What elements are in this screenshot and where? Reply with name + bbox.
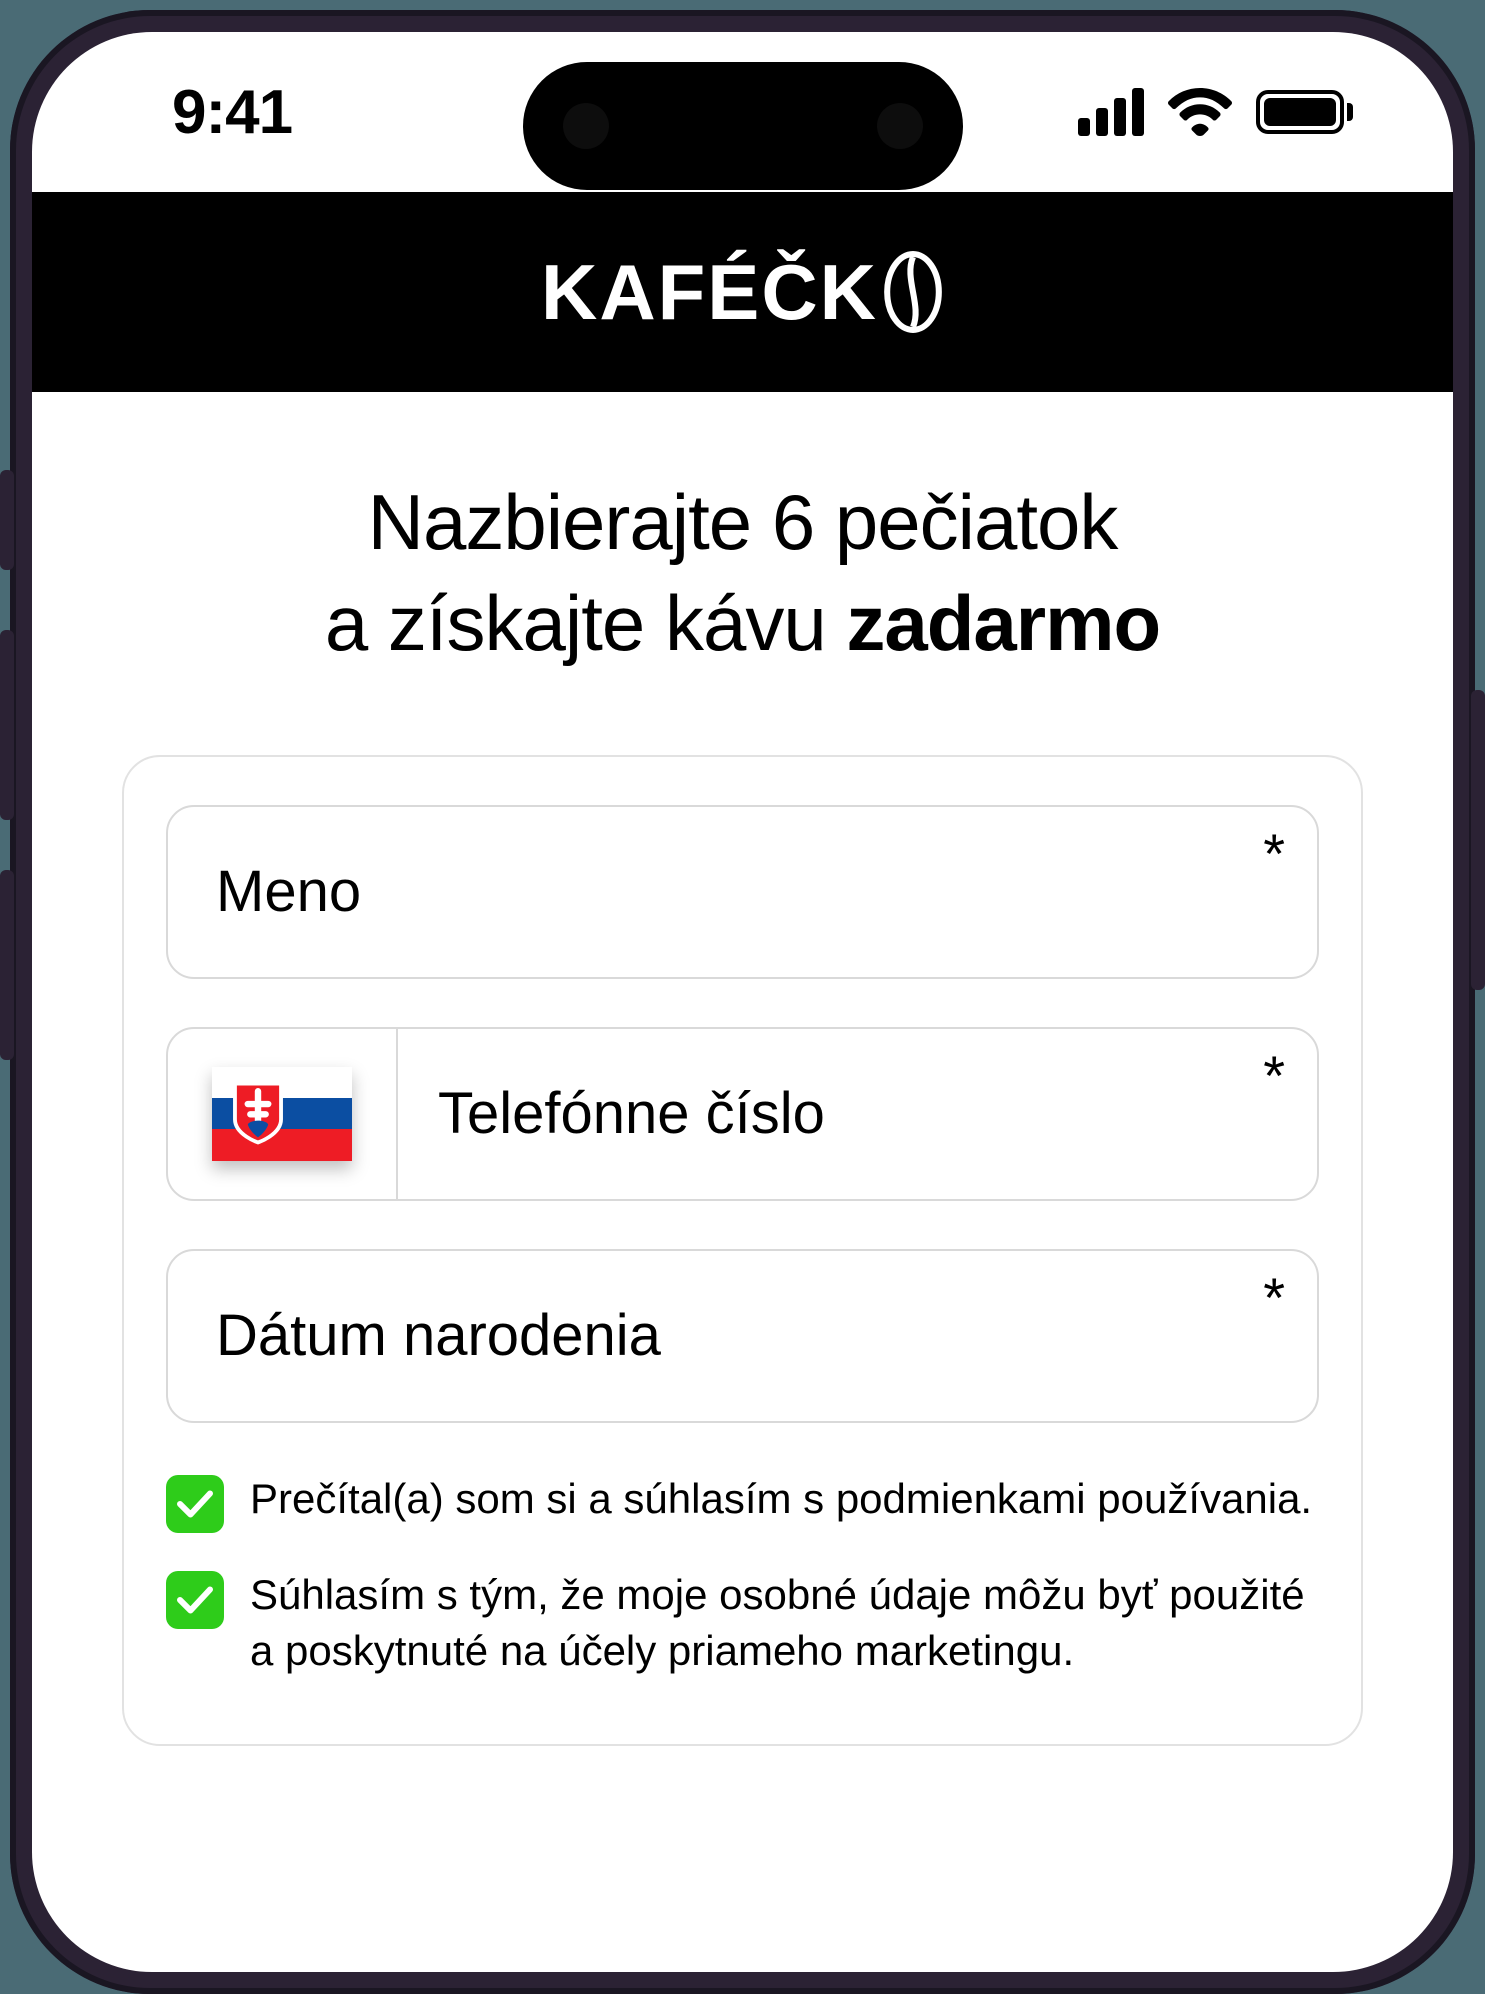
name-input[interactable] [216, 858, 1269, 925]
terms-label: Prečítal(a) som si a súhlasím s podmienk… [250, 1471, 1312, 1528]
status-time: 9:41 [172, 77, 292, 148]
flag-slovakia-icon [212, 1067, 352, 1161]
side-button [0, 470, 14, 570]
marketing-label: Súhlasím s tým, že moje osobné údaje môž… [250, 1567, 1319, 1680]
brand-text: KAFÉČK [541, 247, 878, 338]
phone-input[interactable] [438, 1080, 1277, 1147]
app-header: KAFÉČK [32, 192, 1453, 392]
name-field[interactable]: * [166, 805, 1319, 979]
signup-form: * * [122, 755, 1363, 1746]
terms-check-row[interactable]: Prečítal(a) som si a súhlasím s podmienk… [166, 1471, 1319, 1533]
terms-checkbox[interactable] [166, 1475, 224, 1533]
required-mark: * [1263, 821, 1285, 886]
dob-field[interactable]: * [166, 1249, 1319, 1423]
brand-logo: KAFÉČK [541, 247, 944, 338]
status-icons [1078, 88, 1353, 136]
dynamic-island [523, 62, 963, 190]
required-mark: * [1263, 1043, 1285, 1108]
dob-input[interactable] [216, 1302, 1269, 1369]
camera-dot [563, 103, 609, 149]
check-icon [177, 1489, 213, 1519]
country-selector[interactable] [168, 1029, 398, 1199]
battery-icon [1256, 90, 1353, 134]
cellular-icon [1078, 88, 1144, 136]
content: Nazbierajte 6 pečiatok a získajte kávu z… [32, 392, 1453, 1746]
sensor-dot [877, 103, 923, 149]
side-button [0, 630, 14, 820]
consent-checks: Prečítal(a) som si a súhlasím s podmienk… [166, 1471, 1319, 1680]
headline-line1: Nazbierajte 6 pečiatok [368, 478, 1118, 566]
required-mark: * [1263, 1265, 1285, 1330]
check-icon [177, 1585, 213, 1615]
phone-field[interactable]: * [166, 1027, 1319, 1201]
headline-line2-prefix: a získajte kávu [325, 579, 847, 667]
marketing-check-row[interactable]: Súhlasím s tým, že moje osobné údaje môž… [166, 1567, 1319, 1680]
screen: 9:41 KAFÉČK [32, 32, 1453, 1972]
coffee-bean-icon [882, 251, 944, 333]
marketing-checkbox[interactable] [166, 1571, 224, 1629]
headline: Nazbierajte 6 pečiatok a získajte kávu z… [122, 472, 1363, 675]
phone-frame: 9:41 KAFÉČK [10, 10, 1475, 1994]
side-button [0, 870, 14, 1060]
headline-line2-bold: zadarmo [846, 579, 1160, 667]
status-bar: 9:41 [32, 32, 1453, 192]
wifi-icon [1168, 88, 1232, 136]
side-button [1471, 690, 1485, 990]
